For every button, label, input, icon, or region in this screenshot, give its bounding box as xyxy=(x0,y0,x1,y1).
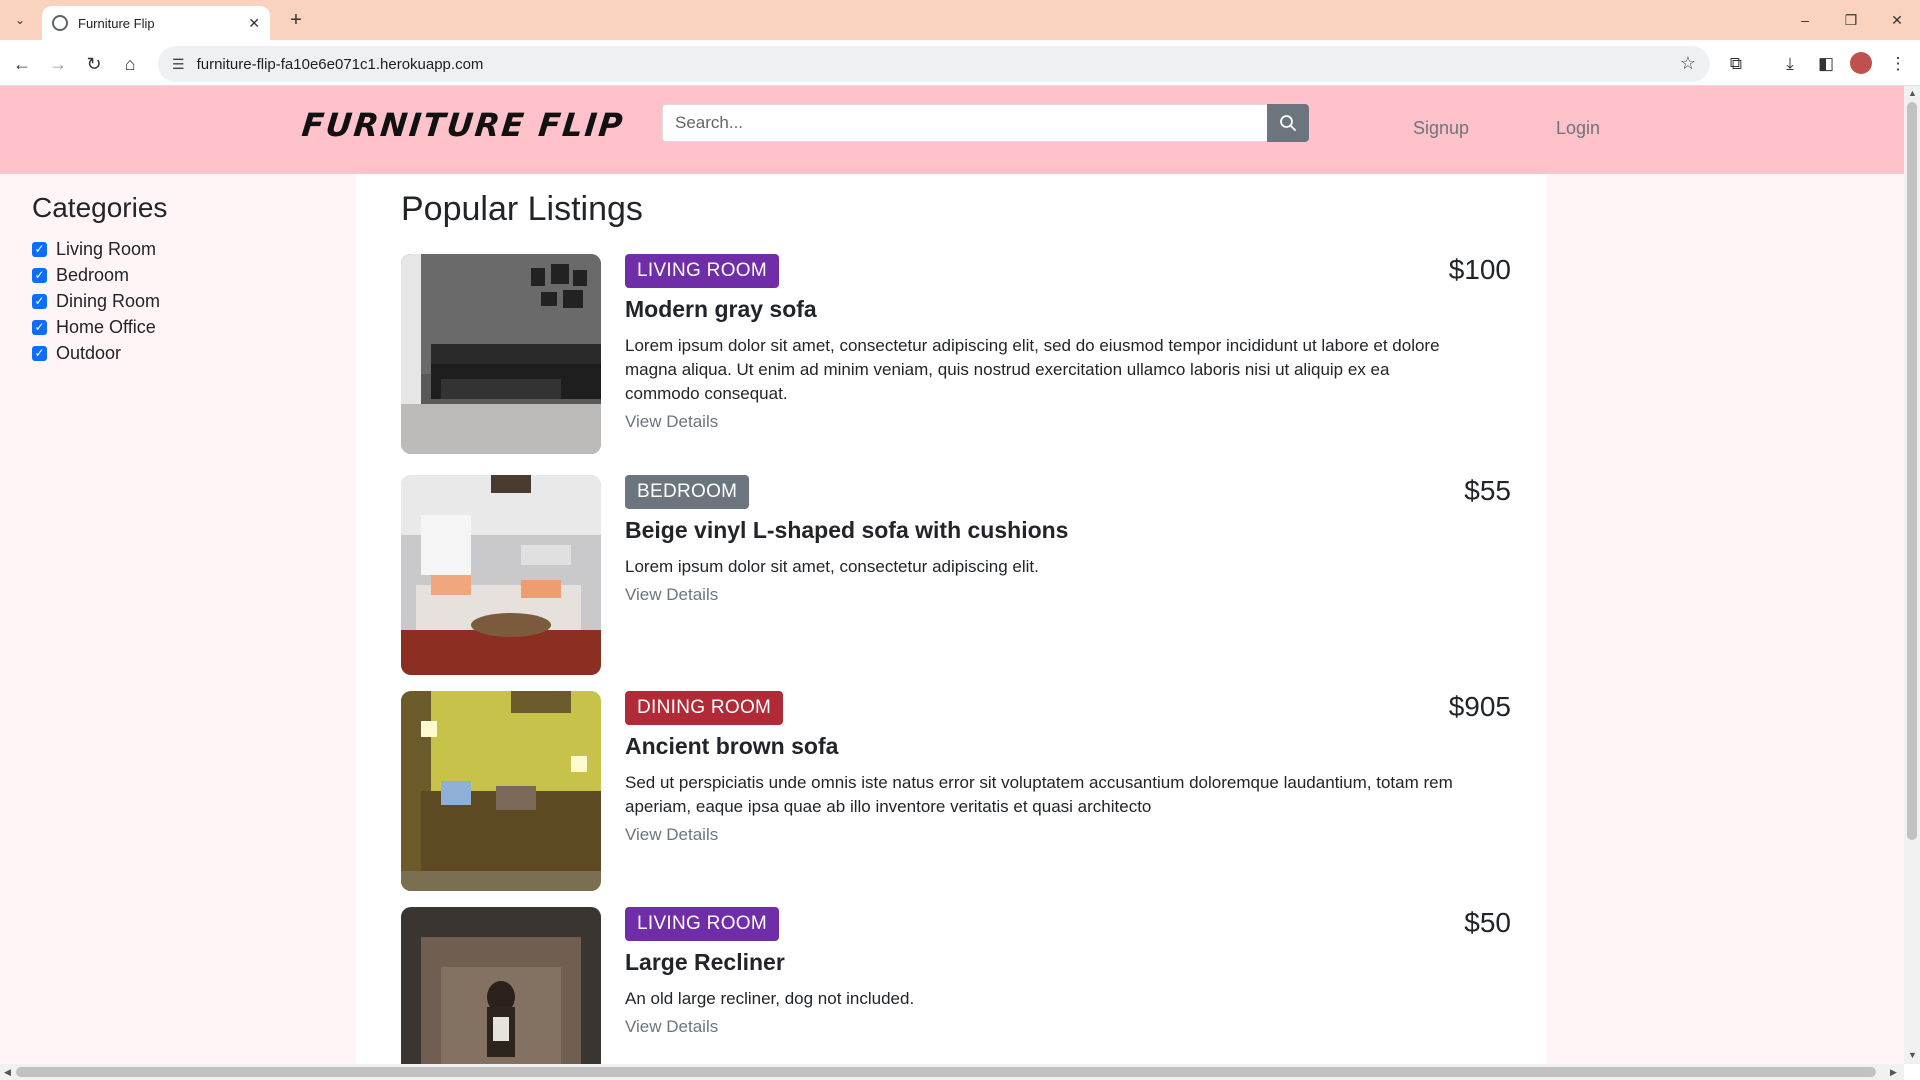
tab-list-chevron-icon[interactable]: ⌄ xyxy=(8,8,32,32)
category-item-bedroom[interactable]: ✓ Bedroom xyxy=(32,262,160,288)
forward-icon[interactable]: → xyxy=(44,50,72,78)
category-badge: LIVING ROOM xyxy=(625,254,779,288)
address-bar[interactable]: ☰ furniture-flip-fa10e6e071c1.herokuapp.… xyxy=(158,46,1710,82)
category-checkbox[interactable]: ✓ xyxy=(32,267,47,283)
window-close-icon[interactable]: ✕ xyxy=(1880,6,1914,34)
tab-title: Furniture Flip xyxy=(78,15,155,31)
scroll-down-icon[interactable]: ▼ xyxy=(1908,1050,1917,1060)
new-tab-icon[interactable]: + xyxy=(284,8,308,32)
category-badge: DINING ROOM xyxy=(625,691,784,725)
horizontal-scrollbar-thumb[interactable] xyxy=(16,1067,1876,1077)
search-input[interactable] xyxy=(662,104,1267,142)
listing-description: Lorem ipsum dolor sit amet, consectetur … xyxy=(625,336,1440,403)
category-label: Dining Room xyxy=(56,290,161,311)
listing-title[interactable]: Large Recliner xyxy=(625,949,785,976)
reload-icon[interactable]: ↻ xyxy=(80,50,108,78)
view-details-link[interactable]: View Details xyxy=(625,412,718,432)
listing-card: DINING ROOM Ancient brown sofa Sed ut pe… xyxy=(401,691,1511,891)
browser-tab-bar: ⌄ Furniture Flip ✕ + – ❐ ✕ xyxy=(0,0,1920,40)
listing-price: $100 xyxy=(1448,254,1511,285)
category-label: Living Room xyxy=(56,238,157,259)
web-page: FURNITURE FLIP Signup Login Categories ✓… xyxy=(0,86,1904,1064)
home-icon[interactable]: ⌂ xyxy=(116,50,144,78)
vertical-scrollbar-thumb[interactable] xyxy=(1907,102,1917,840)
listing-image[interactable] xyxy=(401,254,601,454)
category-label: Home Office xyxy=(56,316,156,337)
close-tab-icon[interactable]: ✕ xyxy=(248,15,260,32)
categories-heading: Categories xyxy=(32,192,168,223)
minimize-icon[interactable]: – xyxy=(1788,6,1822,34)
star-icon[interactable]: ☆ xyxy=(1680,53,1696,74)
category-item-outdoor[interactable]: ✓ Outdoor xyxy=(32,340,160,366)
category-checkbox[interactable]: ✓ xyxy=(32,319,47,335)
view-details-link[interactable]: View Details xyxy=(625,1017,718,1037)
listing-title[interactable]: Beige vinyl L-shaped sofa with cushions xyxy=(625,517,1068,544)
listing-card: BEDROOM Beige vinyl L-shaped sofa with c… xyxy=(401,475,1511,675)
category-item-living-room[interactable]: ✓ Living Room xyxy=(32,236,160,262)
listings-main: Popular Listings LIVING ROOM Modern gray… xyxy=(356,174,1546,1064)
site-info-icon[interactable]: ☰ xyxy=(172,56,185,73)
listing-description: Sed ut perspiciatis unde omnis iste natu… xyxy=(625,773,1453,816)
category-badge: BEDROOM xyxy=(625,475,750,509)
restore-icon[interactable]: ❐ xyxy=(1834,6,1868,34)
back-icon[interactable]: ← xyxy=(8,50,36,78)
category-item-home-office[interactable]: ✓ Home Office xyxy=(32,314,160,340)
scroll-left-icon[interactable]: ◀ xyxy=(4,1067,11,1078)
view-details-link[interactable]: View Details xyxy=(625,825,718,845)
search-button[interactable] xyxy=(1267,104,1309,142)
category-checkbox[interactable]: ✓ xyxy=(32,293,47,309)
listing-card: LIVING ROOM Large Recliner An old large … xyxy=(401,907,1511,1064)
category-checkbox[interactable]: ✓ xyxy=(32,241,47,257)
site-logo[interactable]: FURNITURE FLIP xyxy=(300,106,626,144)
listing-image[interactable] xyxy=(401,691,601,891)
url-text: furniture-flip-fa10e6e071c1.herokuapp.co… xyxy=(196,55,484,73)
login-link[interactable]: Login xyxy=(1556,118,1600,139)
listing-price: $55 xyxy=(1464,475,1511,506)
category-label: Outdoor xyxy=(56,342,122,363)
site-header: FURNITURE FLIP Signup Login xyxy=(0,86,1904,174)
category-badge: LIVING ROOM xyxy=(625,907,779,941)
browser-tab[interactable]: Furniture Flip ✕ xyxy=(42,6,270,40)
download-icon[interactable]: ⤓ xyxy=(1776,50,1804,78)
listing-description: An old large recliner, dog not included. xyxy=(625,989,915,1008)
categories-sidebar: Categories ✓ Living Room ✓ Bedroom ✓ Din… xyxy=(0,174,356,1064)
listing-image[interactable] xyxy=(401,475,601,675)
category-list: ✓ Living Room ✓ Bedroom ✓ Dining Room ✓ … xyxy=(32,236,160,366)
search-icon xyxy=(1280,115,1296,131)
signup-link[interactable]: Signup xyxy=(1413,118,1469,139)
listing-description: Lorem ipsum dolor sit amet, consectetur … xyxy=(625,557,1039,576)
side-panel-icon[interactable]: ◧ xyxy=(1812,50,1840,78)
page-title: Popular Listings xyxy=(401,190,643,228)
category-checkbox[interactable]: ✓ xyxy=(32,345,47,361)
view-details-link[interactable]: View Details xyxy=(625,585,718,605)
category-item-dining-room[interactable]: ✓ Dining Room xyxy=(32,288,160,314)
scroll-right-icon[interactable]: ▶ xyxy=(1890,1067,1897,1078)
browser-toolbar: ← → ↻ ⌂ ☰ furniture-flip-fa10e6e071c1.he… xyxy=(0,40,1920,86)
listing-price: $50 xyxy=(1464,907,1511,938)
globe-icon xyxy=(52,15,68,31)
scroll-up-icon[interactable]: ▲ xyxy=(1908,88,1917,98)
extensions-icon[interactable]: ⧉ xyxy=(1722,50,1750,78)
listing-price: $905 xyxy=(1448,691,1511,722)
listing-image[interactable] xyxy=(401,907,601,1064)
profile-avatar[interactable] xyxy=(1850,52,1872,74)
menu-icon[interactable]: ⋮ xyxy=(1884,50,1912,78)
category-label: Bedroom xyxy=(56,264,130,285)
listing-title[interactable]: Ancient brown sofa xyxy=(625,733,838,760)
listing-card: LIVING ROOM Modern gray sofa Lorem ipsum… xyxy=(401,254,1511,454)
listing-title[interactable]: Modern gray sofa xyxy=(625,296,817,323)
